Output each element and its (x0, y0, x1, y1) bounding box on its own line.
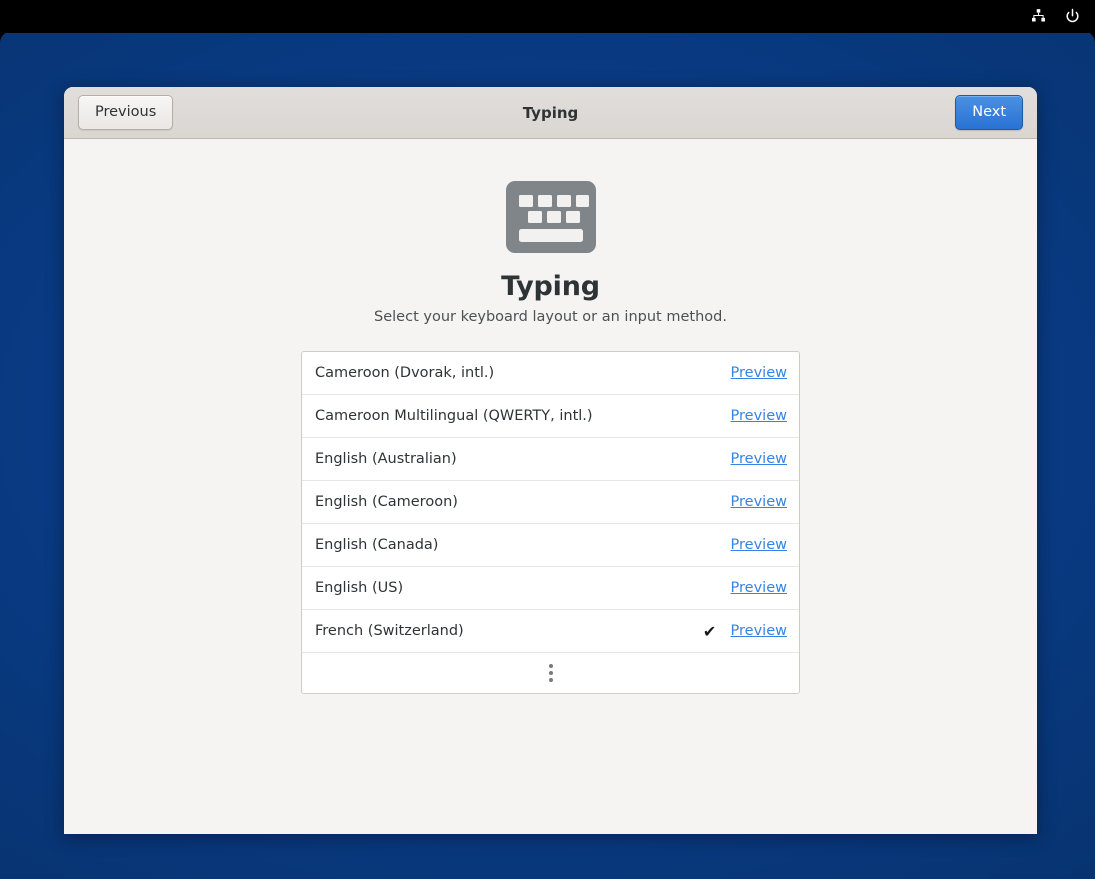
list-item[interactable]: English (Cameroon)✔Preview (302, 481, 799, 524)
preview-link[interactable]: Preview (731, 623, 787, 639)
list-item[interactable]: Cameroon Multilingual (QWERTY, intl.)✔Pr… (302, 395, 799, 438)
page-content: Typing Select your keyboard layout or an… (64, 139, 1037, 834)
list-item[interactable]: English (Australian)✔Preview (302, 438, 799, 481)
preview-link[interactable]: Preview (731, 494, 787, 510)
layout-name: English (Canada) (315, 537, 699, 553)
layout-name: English (Cameroon) (315, 494, 699, 510)
page-subtitle: Select your keyboard layout or an input … (374, 309, 727, 325)
keyboard-icon (506, 181, 596, 253)
layout-name: Cameroon (Dvorak, intl.) (315, 365, 699, 381)
network-icon[interactable] (1029, 8, 1047, 26)
more-vertical-icon (549, 664, 553, 682)
checkmark-icon: ✔ (699, 622, 721, 641)
window-headerbar: Previous Typing Next (64, 87, 1037, 139)
preview-link[interactable]: Preview (731, 537, 787, 553)
preview-link[interactable]: Preview (731, 580, 787, 596)
next-button[interactable]: Next (955, 95, 1023, 130)
layout-name: English (US) (315, 580, 699, 596)
layout-name: Cameroon Multilingual (QWERTY, intl.) (315, 408, 699, 424)
layout-name: English (Australian) (315, 451, 699, 467)
preview-link[interactable]: Preview (731, 408, 787, 424)
list-item[interactable]: French (Switzerland)✔ Preview (302, 610, 799, 653)
desktop-background: Previous Typing Next Typing Select your … (0, 31, 1095, 879)
system-top-bar (0, 0, 1095, 33)
previous-button[interactable]: Previous (78, 95, 173, 130)
page-title: Typing (501, 271, 600, 302)
keyboard-layout-list[interactable]: Cameroon (Dvorak, intl.)✔PreviewCameroon… (301, 351, 800, 694)
layout-name: French (Switzerland) (315, 623, 699, 639)
show-more-row[interactable] (302, 653, 799, 693)
power-icon[interactable] (1063, 8, 1081, 26)
preview-link[interactable]: Preview (731, 451, 787, 467)
list-item[interactable]: English (Canada)✔Preview (302, 524, 799, 567)
preview-link[interactable]: Preview (731, 365, 787, 381)
window-title: Typing (64, 104, 1037, 122)
list-item[interactable]: English (US)✔Preview (302, 567, 799, 610)
list-item[interactable]: Cameroon (Dvorak, intl.)✔Preview (302, 352, 799, 395)
typing-setup-window: Previous Typing Next Typing Select your … (64, 87, 1037, 834)
